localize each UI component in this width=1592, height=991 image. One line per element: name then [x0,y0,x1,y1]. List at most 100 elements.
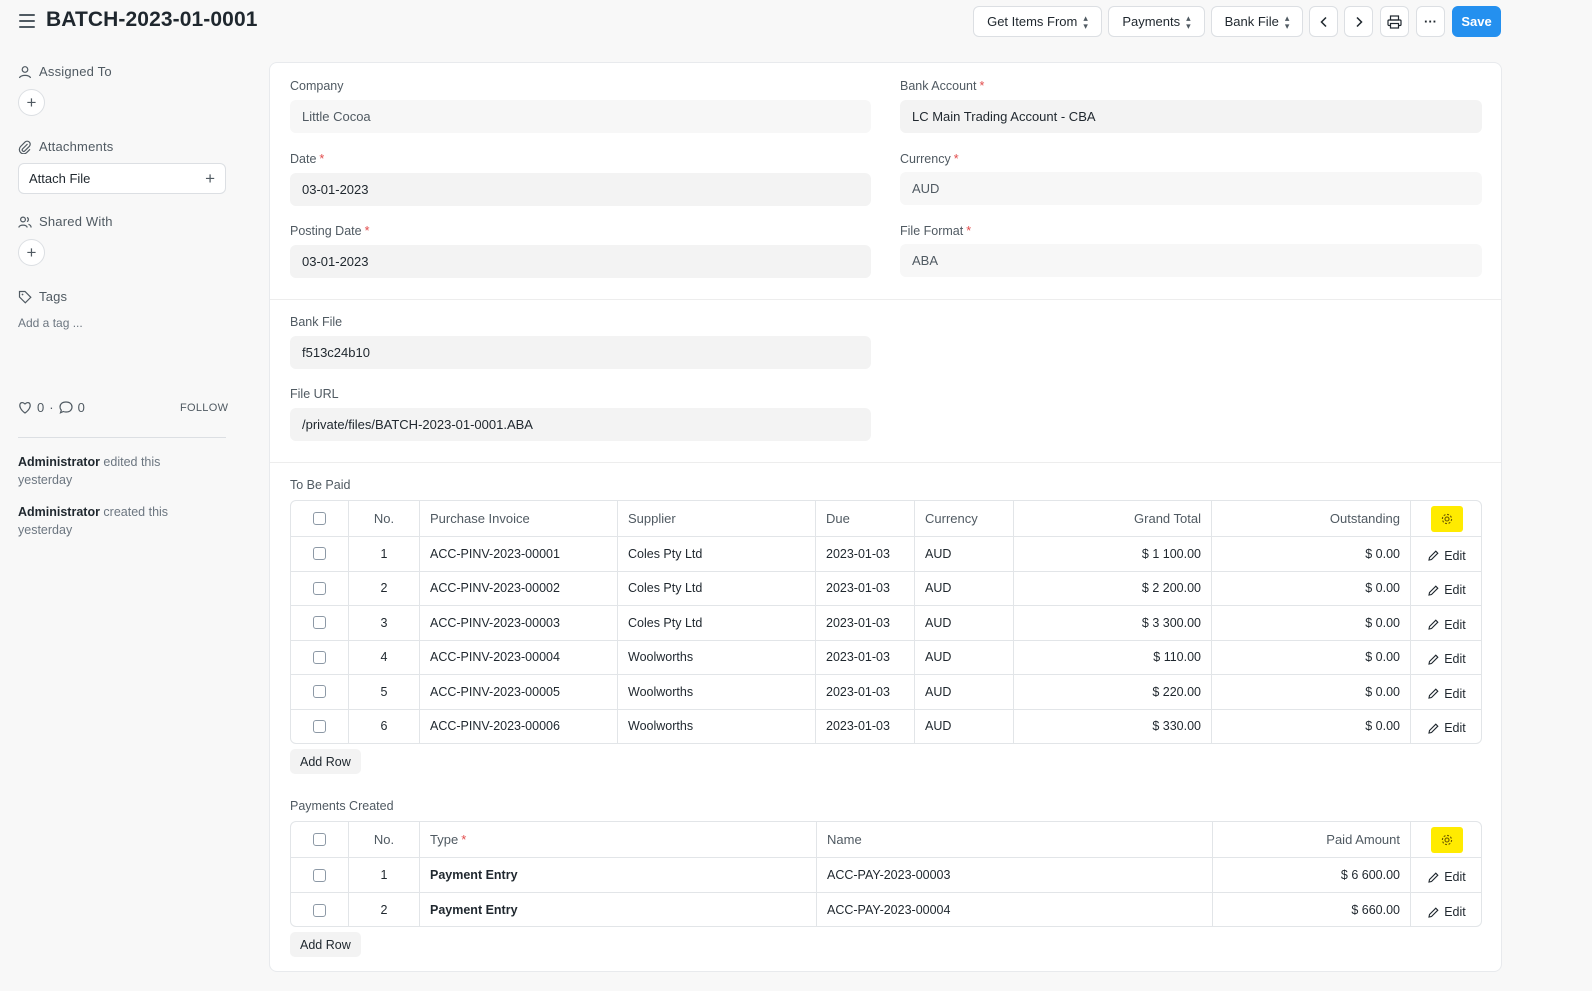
column-header-name: Name [816,822,1212,857]
select-all-checkbox[interactable] [313,512,326,525]
currency-field[interactable]: AUD [900,172,1482,205]
print-button[interactable] [1380,6,1409,37]
row-checkbox[interactable] [313,719,326,733]
row-checkbox[interactable] [313,581,326,595]
add-assignee-button[interactable]: + [18,89,45,116]
add-share-button[interactable]: + [18,239,45,266]
cell-no: 5 [348,675,419,709]
cell-select [291,858,348,892]
payments-created-title: Payments Created [290,799,394,813]
chevron-left-icon [1319,16,1327,27]
row-checkbox[interactable] [313,868,326,882]
add-tag-link[interactable]: Add a tag ... [18,316,83,330]
attach-file-button[interactable]: Attach File + [18,163,226,194]
table-row[interactable]: 4 ACC-PINV-2023-00004 Woolworths 2023-01-03… [291,639,1481,674]
column-header-type: Type * [419,822,816,857]
table-header-row: No. Purchase Invoice Supplier Due Currency Gr… [291,501,1481,536]
pencil-icon [1428,619,1439,630]
column-header-supplier: Supplier [617,501,815,536]
pencil-icon [1428,550,1439,561]
add-row-button[interactable]: Add Row [290,932,361,957]
company-field[interactable]: Little Cocoa [290,100,871,133]
table-row[interactable]: 2 ACC-PINV-2023-00002 Coles Pty Ltd 2023-01… [291,570,1481,605]
cell-name: ACC-PAY-2023-00003 [816,858,1212,892]
cell-invoice: ACC-PINV-2023-00005 [419,675,617,709]
comment-icon[interactable] [58,401,73,414]
cell-supplier: Coles Pty Ltd [617,606,815,640]
cell-settings: Edit [1410,709,1481,743]
payments-button[interactable]: Payments ▴ ▾ [1108,6,1205,37]
cell-grand_total: $ 3 300.00 [1013,606,1211,640]
sidebar-divider [18,437,226,438]
save-button[interactable]: Save [1452,6,1501,37]
cell-invoice: ACC-PINV-2023-00002 [419,571,617,605]
column-settings-button[interactable] [1431,505,1463,532]
row-checkbox[interactable] [313,903,326,917]
follow-button[interactable]: FOLLOW [180,402,228,414]
assigned-to-section: Assigned To [18,64,112,79]
edit-row-button[interactable]: Edit [1428,721,1466,735]
bank-file-label: Bank File [290,315,343,329]
posting-date-field[interactable]: 03-01-2023 [290,245,871,278]
bank-account-label: Bank Account * [900,79,985,93]
file-url-field[interactable]: /private/files/BATCH-2023-01-0001.ABA [290,408,871,441]
table-row[interactable]: 1 Payment Entry ACC-PAY-2023-00003 $ 6 600.… [291,857,1481,892]
get-items-from-button[interactable]: Get Items From ▴ ▾ [973,6,1102,37]
column-header-outstanding: Outstanding [1211,501,1410,536]
table-row[interactable]: 3 ACC-PINV-2023-00003 Coles Pty Ltd 2023-01… [291,605,1481,640]
bank-file-button[interactable]: Bank File ▴ ▾ [1211,6,1303,37]
likes-count: 0 [37,400,45,415]
file-format-field[interactable]: ABA [900,244,1482,277]
bank-account-field[interactable]: LC Main Trading Account - CBA [900,100,1482,133]
row-checkbox[interactable] [313,650,326,664]
cell-settings: Edit [1410,537,1481,571]
previous-doc-button[interactable] [1309,6,1338,37]
edit-row-button[interactable]: Edit [1428,687,1466,701]
cell-no: 3 [348,606,419,640]
cell-due: 2023-01-03 [815,675,914,709]
table-row[interactable]: 6 ACC-PINV-2023-00006 Woolworths 2023-01-03… [291,708,1481,743]
sort-caret-icon: ▴ ▾ [1083,12,1088,31]
file-url-label: File URL [290,387,339,401]
row-checkbox[interactable] [313,616,326,630]
cell-grand_total: $ 2 200.00 [1013,571,1211,605]
cell-settings: Edit [1410,640,1481,674]
cell-currency: AUD [914,709,1013,743]
chevron-right-icon [1355,16,1363,27]
edit-row-button[interactable]: Edit [1428,870,1466,884]
add-row-button[interactable]: Add Row [290,749,361,774]
edit-row-button[interactable]: Edit [1428,583,1466,597]
paperclip-icon [18,140,31,154]
bank-file-field[interactable]: f513c24b10 [290,336,871,369]
section-divider [270,462,1501,463]
cell-select [291,675,348,709]
heart-icon[interactable] [18,401,32,414]
table-row[interactable]: 5 ACC-PINV-2023-00005 Woolworths 2023-01-03… [291,674,1481,709]
more-actions-button[interactable]: ··· [1416,6,1445,37]
date-field[interactable]: 03-01-2023 [290,173,871,206]
cell-due: 2023-01-03 [815,709,914,743]
table-header-row: No. Type * Name Paid Amount [291,822,1481,857]
cell-settings: Edit [1410,606,1481,640]
cell-type: Payment Entry [419,893,816,926]
edit-row-button[interactable]: Edit [1428,618,1466,632]
next-doc-button[interactable] [1344,6,1373,37]
cell-outstanding: $ 0.00 [1211,709,1410,743]
column-header-invoice: Purchase Invoice [419,501,617,536]
cell-outstanding: $ 0.00 [1211,537,1410,571]
edit-row-button[interactable]: Edit [1428,549,1466,563]
date-label: Date * [290,152,325,166]
edit-row-button[interactable]: Edit [1428,652,1466,666]
cell-no: 2 [348,571,419,605]
row-checkbox[interactable] [313,685,326,699]
table-row[interactable]: 1 ACC-PINV-2023-00001 Coles Pty Ltd 2023-01… [291,536,1481,571]
menu-icon[interactable] [19,14,35,28]
table-row[interactable]: 2 Payment Entry ACC-PAY-2023-00004 $ 660.00… [291,892,1481,926]
cell-invoice: ACC-PINV-2023-00004 [419,640,617,674]
select-all-checkbox[interactable] [313,833,326,846]
cell-outstanding: $ 0.00 [1211,606,1410,640]
row-checkbox[interactable] [313,547,326,561]
cell-outstanding: $ 0.00 [1211,571,1410,605]
edit-row-button[interactable]: Edit [1428,905,1466,919]
column-settings-button[interactable] [1431,826,1463,853]
